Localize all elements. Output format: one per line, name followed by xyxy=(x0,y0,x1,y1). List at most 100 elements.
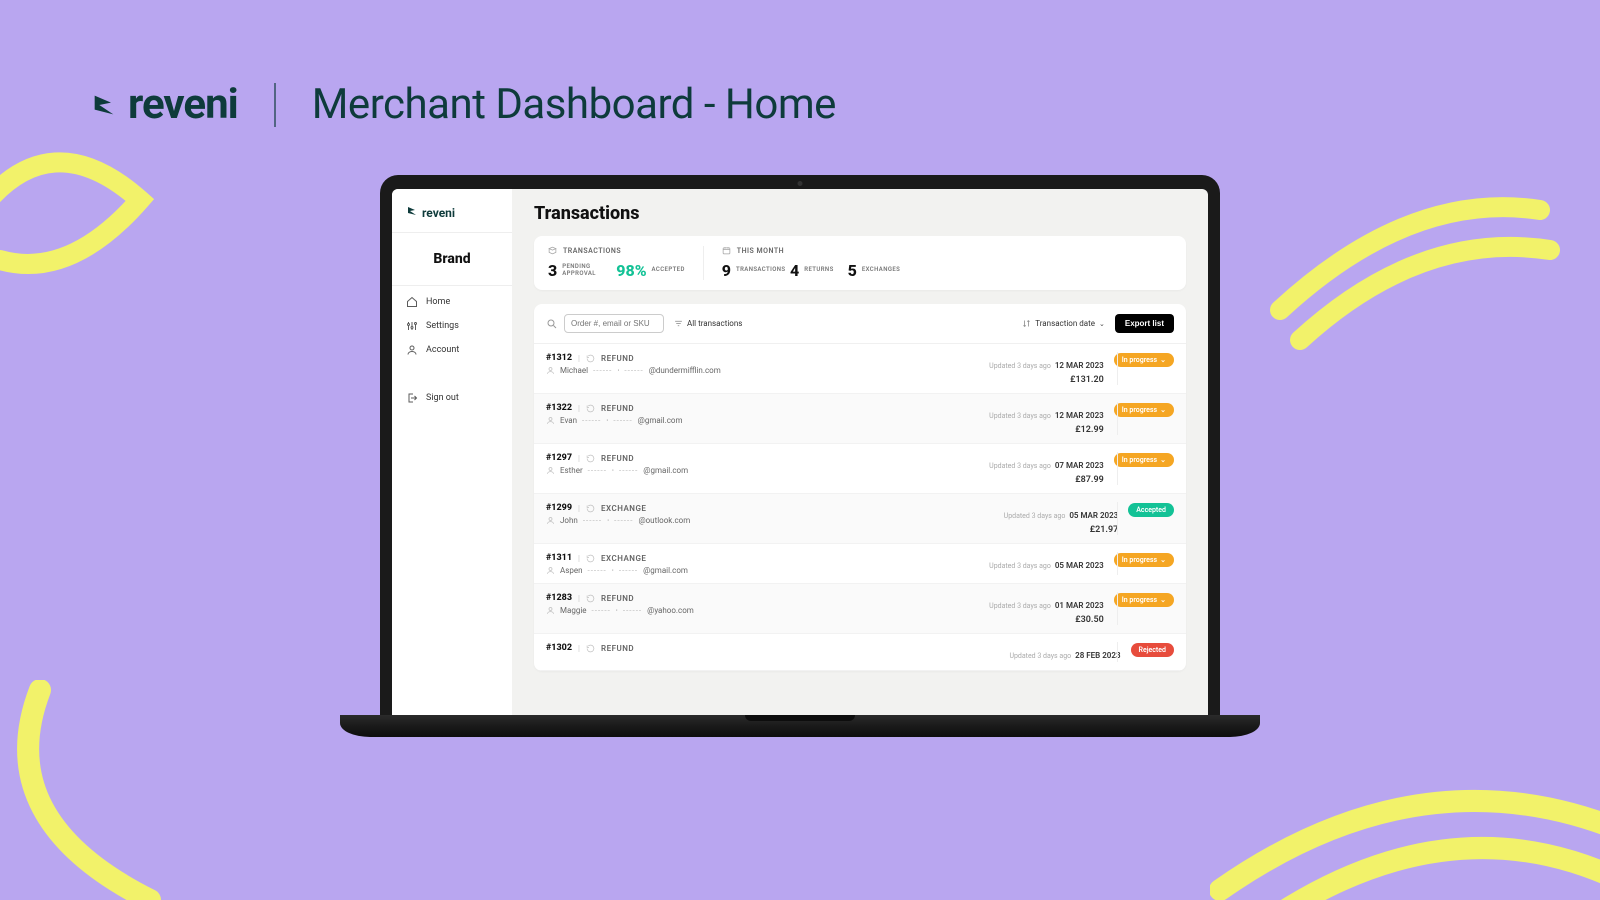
txn-date: 05 MAR 2023 xyxy=(1069,511,1118,520)
status-badge[interactable]: In progress⌄ xyxy=(1114,453,1174,467)
stat-month-txn-label: TRANSACTIONS xyxy=(736,267,776,274)
txn-customer-email: @gmail.com xyxy=(643,566,688,575)
box-icon xyxy=(548,246,557,255)
main-panel: Transactions TRANSACTIONS 3 PENDING APPR… xyxy=(512,189,1208,715)
refund-icon xyxy=(586,504,595,513)
brand-mark-icon xyxy=(90,91,118,119)
sidebar-logo: reveni xyxy=(392,189,512,233)
pipe-separator: | xyxy=(578,404,580,413)
refund-icon xyxy=(586,404,595,413)
filter-label: All transactions xyxy=(687,319,742,328)
status-badge-label: Rejected xyxy=(1139,646,1166,654)
txn-amount: £12.99 xyxy=(989,425,1104,435)
user-icon xyxy=(546,366,555,375)
txn-date: 07 MAR 2023 xyxy=(1055,461,1104,470)
status-badge-label: Accepted xyxy=(1136,506,1166,514)
chevron-down-icon: ⌄ xyxy=(1160,406,1166,414)
pipe-separator: | xyxy=(578,454,580,463)
decorative-stroke xyxy=(1210,710,1600,900)
redacted-dash: ------ xyxy=(593,366,612,375)
status-badge[interactable]: In progress⌄ xyxy=(1114,553,1174,567)
sidebar-item-label: Account xyxy=(426,345,459,355)
sidebar-item-home[interactable]: Home xyxy=(406,296,498,308)
redacted-dash: ------ xyxy=(624,366,643,375)
txn-id: #1322 xyxy=(546,403,572,413)
status-badge[interactable]: Accepted xyxy=(1128,503,1174,517)
signout-icon xyxy=(406,392,418,404)
stat-returns-label: RETURNS xyxy=(804,267,833,274)
txn-id: #1299 xyxy=(546,503,572,513)
redacted-dash: ------ xyxy=(619,566,638,575)
stat-accepted-label: ACCEPTED xyxy=(652,267,685,274)
redacted-dash: ------ xyxy=(588,566,607,575)
status-badge[interactable]: Rejected xyxy=(1131,643,1174,657)
decorative-stroke xyxy=(0,680,330,900)
redacted-dash: ------ xyxy=(582,416,601,425)
sidebar-item-settings[interactable]: Settings xyxy=(406,320,498,332)
home-icon xyxy=(406,296,418,308)
user-icon xyxy=(546,606,555,615)
status-badge[interactable]: In progress⌄ xyxy=(1114,593,1174,607)
chevron-down-icon: ⌄ xyxy=(1160,456,1166,464)
sidebar-brand-name: Brand xyxy=(392,233,512,286)
user-icon xyxy=(546,566,555,575)
camera-dot xyxy=(798,181,803,186)
export-button[interactable]: Export list xyxy=(1115,314,1174,333)
status-badge[interactable]: In progress⌄ xyxy=(1114,403,1174,417)
stat-exchanges-count: 5 xyxy=(848,261,857,280)
filter-icon xyxy=(674,319,683,328)
sort-label: Transaction date xyxy=(1035,319,1095,328)
stat-pending-label: PENDING APPROVAL xyxy=(562,264,602,277)
txn-customer-name: Michael xyxy=(560,366,588,375)
pipe-separator: | xyxy=(578,644,580,653)
status-badge[interactable]: In progress⌄ xyxy=(1114,353,1174,367)
sidebar-item-label: Settings xyxy=(426,321,459,331)
filter-dropdown[interactable]: All transactions xyxy=(674,319,742,328)
redacted-dash: ------ xyxy=(619,466,638,475)
refund-icon xyxy=(586,594,595,603)
search-input[interactable] xyxy=(564,314,664,333)
transaction-row[interactable]: #1311|EXCHANGEAspen------·------@gmail.c… xyxy=(534,544,1186,584)
transaction-row[interactable]: #1302|REFUNDUpdated 3 days ago28 FEB 202… xyxy=(534,634,1186,671)
status-badge-label: In progress xyxy=(1122,596,1157,604)
user-icon xyxy=(546,416,555,425)
stat-accepted-pct: 98% xyxy=(616,261,646,280)
stats-card: TRANSACTIONS 3 PENDING APPROVAL 98% ACCE… xyxy=(534,236,1186,290)
page-title: Merchant Dashboard - Home xyxy=(312,80,836,129)
txn-updated: Updated 3 days ago xyxy=(989,362,1051,370)
txn-amount: £87.99 xyxy=(989,475,1104,485)
txn-updated: Updated 3 days ago xyxy=(989,412,1051,420)
stat-exchanges-label: EXCHANGES xyxy=(862,267,900,274)
laptop-base xyxy=(340,715,1260,737)
sidebar-item-account[interactable]: Account xyxy=(406,344,498,356)
dot-separator: · xyxy=(616,606,618,615)
transaction-row[interactable]: #1283|REFUNDMaggie------·------@yahoo.co… xyxy=(534,584,1186,634)
transaction-row[interactable]: #1322|REFUNDEvan------·------@gmail.comU… xyxy=(534,394,1186,444)
row-divider xyxy=(1117,502,1118,535)
txn-id: #1312 xyxy=(546,353,572,363)
transaction-row[interactable]: #1297|REFUNDEsther------·------@gmail.co… xyxy=(534,444,1186,494)
sort-dropdown[interactable]: Transaction date ⌄ xyxy=(1022,319,1105,328)
row-divider xyxy=(1117,592,1118,625)
transaction-row[interactable]: #1312|REFUNDMichael------·------@dunderm… xyxy=(534,344,1186,394)
txn-updated: Updated 3 days ago xyxy=(989,562,1051,570)
status-badge-label: In progress xyxy=(1122,456,1157,464)
row-divider xyxy=(1117,402,1118,435)
main-title: Transactions xyxy=(534,203,1186,224)
txn-customer-name: John xyxy=(560,516,578,525)
txn-amount: £131.20 xyxy=(989,375,1104,385)
search-icon[interactable] xyxy=(546,318,558,330)
redacted-dash: ------ xyxy=(614,516,633,525)
list-toolbar: All transactions Transaction date ⌄ Expo… xyxy=(534,304,1186,344)
txn-updated: Updated 3 days ago xyxy=(1009,652,1071,660)
txn-customer-name: Evan xyxy=(560,416,577,425)
txn-customer-email: @dundermifflin.com xyxy=(649,366,721,375)
pipe-separator: | xyxy=(578,504,580,513)
sidebar-item-signout[interactable]: Sign out xyxy=(406,382,498,404)
chevron-down-icon: ⌄ xyxy=(1160,556,1166,564)
page-header: reveni Merchant Dashboard - Home xyxy=(90,80,1510,129)
status-badge-label: In progress xyxy=(1122,406,1157,414)
transaction-row[interactable]: #1299|EXCHANGEJohn------·------@outlook.… xyxy=(534,494,1186,544)
chevron-down-icon: ⌄ xyxy=(1099,320,1105,328)
status-badge-label: In progress xyxy=(1122,556,1157,564)
